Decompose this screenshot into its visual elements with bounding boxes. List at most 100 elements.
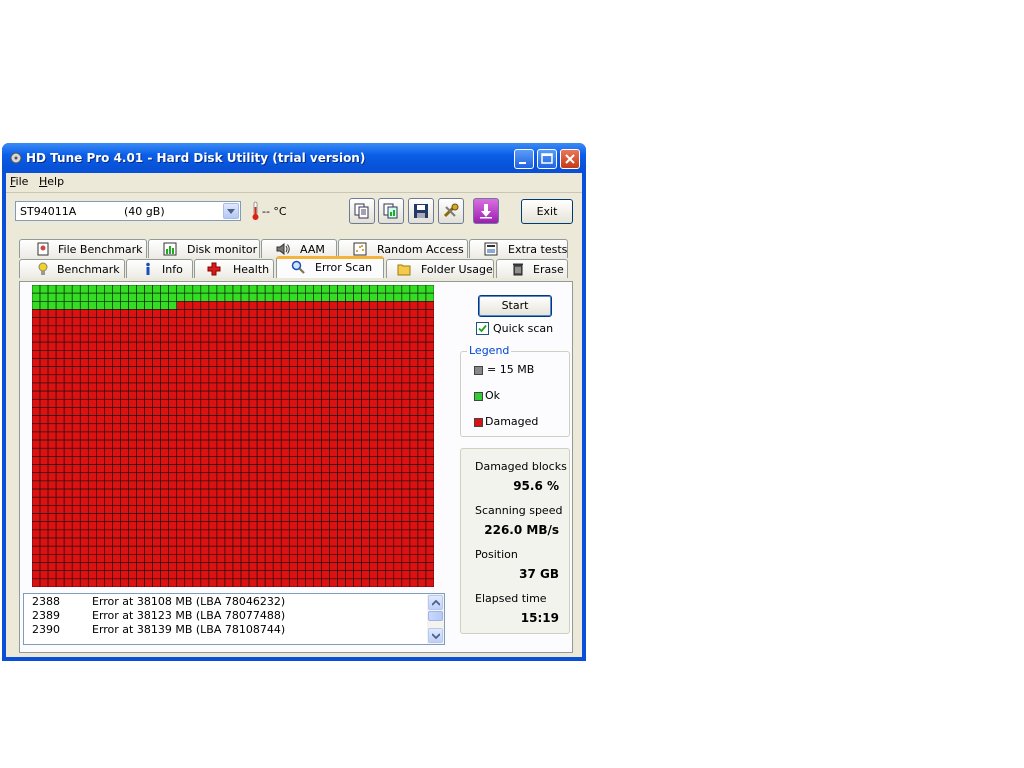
tab-disk-monitor[interactable]: Disk monitor [148, 239, 260, 258]
scan-block-damaged [401, 407, 411, 416]
scan-block-damaged [208, 456, 218, 465]
scan-block-damaged [160, 382, 169, 392]
scan-block-damaged [96, 554, 105, 563]
scan-block-damaged [425, 407, 434, 416]
scan-block-damaged [39, 439, 49, 449]
scan-block-damaged [240, 366, 250, 376]
scroll-thumb[interactable] [428, 611, 443, 621]
scan-block-ok [321, 285, 330, 294]
scan-block-damaged [224, 545, 234, 555]
title-bar[interactable]: HD Tune Pro 4.01 - Hard Disk Utility (tr… [2, 143, 586, 173]
scan-block-ok [104, 292, 113, 302]
scan-block-damaged [96, 374, 105, 384]
scan-block-ok [96, 301, 105, 310]
scan-block-ok [272, 292, 282, 302]
copy-screenshot-button[interactable] [378, 198, 404, 224]
scan-block-ok [377, 285, 387, 294]
scan-block-damaged [353, 447, 362, 457]
menu-file[interactable]: File [10, 175, 28, 188]
scan-block-damaged [264, 374, 274, 384]
scan-block-damaged [168, 562, 178, 571]
tab-benchmark[interactable]: Benchmark [19, 259, 125, 278]
tab-info[interactable]: Info [126, 259, 193, 278]
scroll-up-button[interactable] [428, 595, 443, 610]
scan-block-damaged [136, 415, 145, 425]
copy-text-button[interactable] [349, 198, 375, 224]
scan-block-damaged [79, 537, 89, 547]
scan-block-damaged [256, 447, 266, 457]
scan-block-damaged [393, 578, 403, 587]
save-button[interactable] [408, 198, 434, 224]
scan-block-damaged [55, 554, 65, 563]
options-button[interactable] [438, 198, 464, 224]
error-log-list[interactable]: 2388 Error at 38108 MB (LBA 78046232) 23… [23, 593, 445, 645]
tab-file-benchmark[interactable]: File Benchmark [19, 239, 147, 258]
scan-block-damaged [264, 562, 274, 571]
scan-block-damaged [248, 350, 258, 359]
scan-block-damaged [79, 554, 89, 563]
scan-block-ok [104, 285, 113, 294]
scan-block-damaged [144, 513, 153, 522]
tab-extra-tests[interactable]: Extra tests [469, 239, 568, 258]
tab-health[interactable]: Health [194, 259, 274, 278]
quick-scan-checkbox[interactable] [476, 322, 489, 335]
menu-help[interactable]: Help [39, 175, 64, 188]
scan-block-damaged [136, 464, 145, 474]
scan-block-damaged [168, 578, 178, 587]
tab-error-scan[interactable]: Error Scan [276, 256, 384, 278]
scan-block-damaged [240, 398, 250, 408]
quick-scan-label[interactable]: Quick scan [493, 322, 553, 335]
tab-erase[interactable]: Erase [496, 259, 568, 278]
download-button[interactable] [473, 198, 499, 224]
log-scrollbar[interactable] [427, 594, 444, 644]
scan-block-damaged [168, 317, 178, 327]
scan-block-damaged [39, 341, 49, 351]
maximize-button[interactable] [537, 149, 557, 169]
scan-block-damaged [87, 562, 97, 571]
scan-block-damaged [152, 472, 161, 482]
minimize-button[interactable] [514, 149, 534, 169]
scan-block-damaged [297, 423, 306, 433]
scan-block-damaged [71, 407, 81, 416]
scan-block-damaged [79, 513, 89, 522]
close-button[interactable] [560, 149, 580, 169]
start-button[interactable]: Start [478, 295, 552, 317]
scan-block-damaged [385, 447, 395, 457]
scan-block-damaged [264, 496, 274, 506]
scan-block-damaged [297, 496, 306, 506]
scan-block-damaged [32, 431, 41, 441]
chevron-down-icon[interactable] [223, 203, 239, 219]
scan-block-damaged [272, 333, 282, 343]
scan-block-damaged [87, 382, 97, 392]
scan-block-damaged [369, 545, 379, 555]
scan-block-damaged [425, 333, 434, 343]
scroll-down-button[interactable] [428, 628, 443, 643]
scan-block-ok [297, 285, 306, 294]
scan-block-damaged [353, 431, 362, 441]
scan-block-damaged [313, 537, 322, 547]
scan-block-damaged [369, 570, 379, 580]
scan-block-damaged [144, 496, 153, 506]
scan-block-damaged [136, 472, 145, 482]
tab-label: Info [162, 263, 183, 276]
scan-block-ok [79, 285, 89, 294]
scan-block-damaged [128, 398, 137, 408]
scan-block-damaged [87, 374, 97, 384]
damaged-blocks-label: Damaged blocks [475, 460, 567, 473]
scan-block-damaged [176, 537, 186, 547]
scan-block-ok [32, 292, 41, 302]
scan-block-ok [305, 292, 314, 302]
tab-label: File Benchmark [58, 243, 143, 256]
scan-block-damaged [120, 309, 129, 318]
scan-block-damaged [87, 456, 97, 465]
tab-folder-usage[interactable]: Folder Usage [386, 259, 494, 278]
scan-block-ok [176, 292, 186, 302]
scan-block-damaged [313, 529, 322, 539]
scan-block-ok [128, 285, 137, 294]
scan-block-damaged [63, 341, 73, 351]
scan-block-ok [96, 292, 105, 302]
scan-block-damaged [184, 472, 194, 482]
scan-block-ok [144, 292, 153, 302]
drive-select[interactable]: ST94011A (40 gB) [15, 201, 241, 221]
exit-button[interactable]: Exit [521, 199, 573, 224]
